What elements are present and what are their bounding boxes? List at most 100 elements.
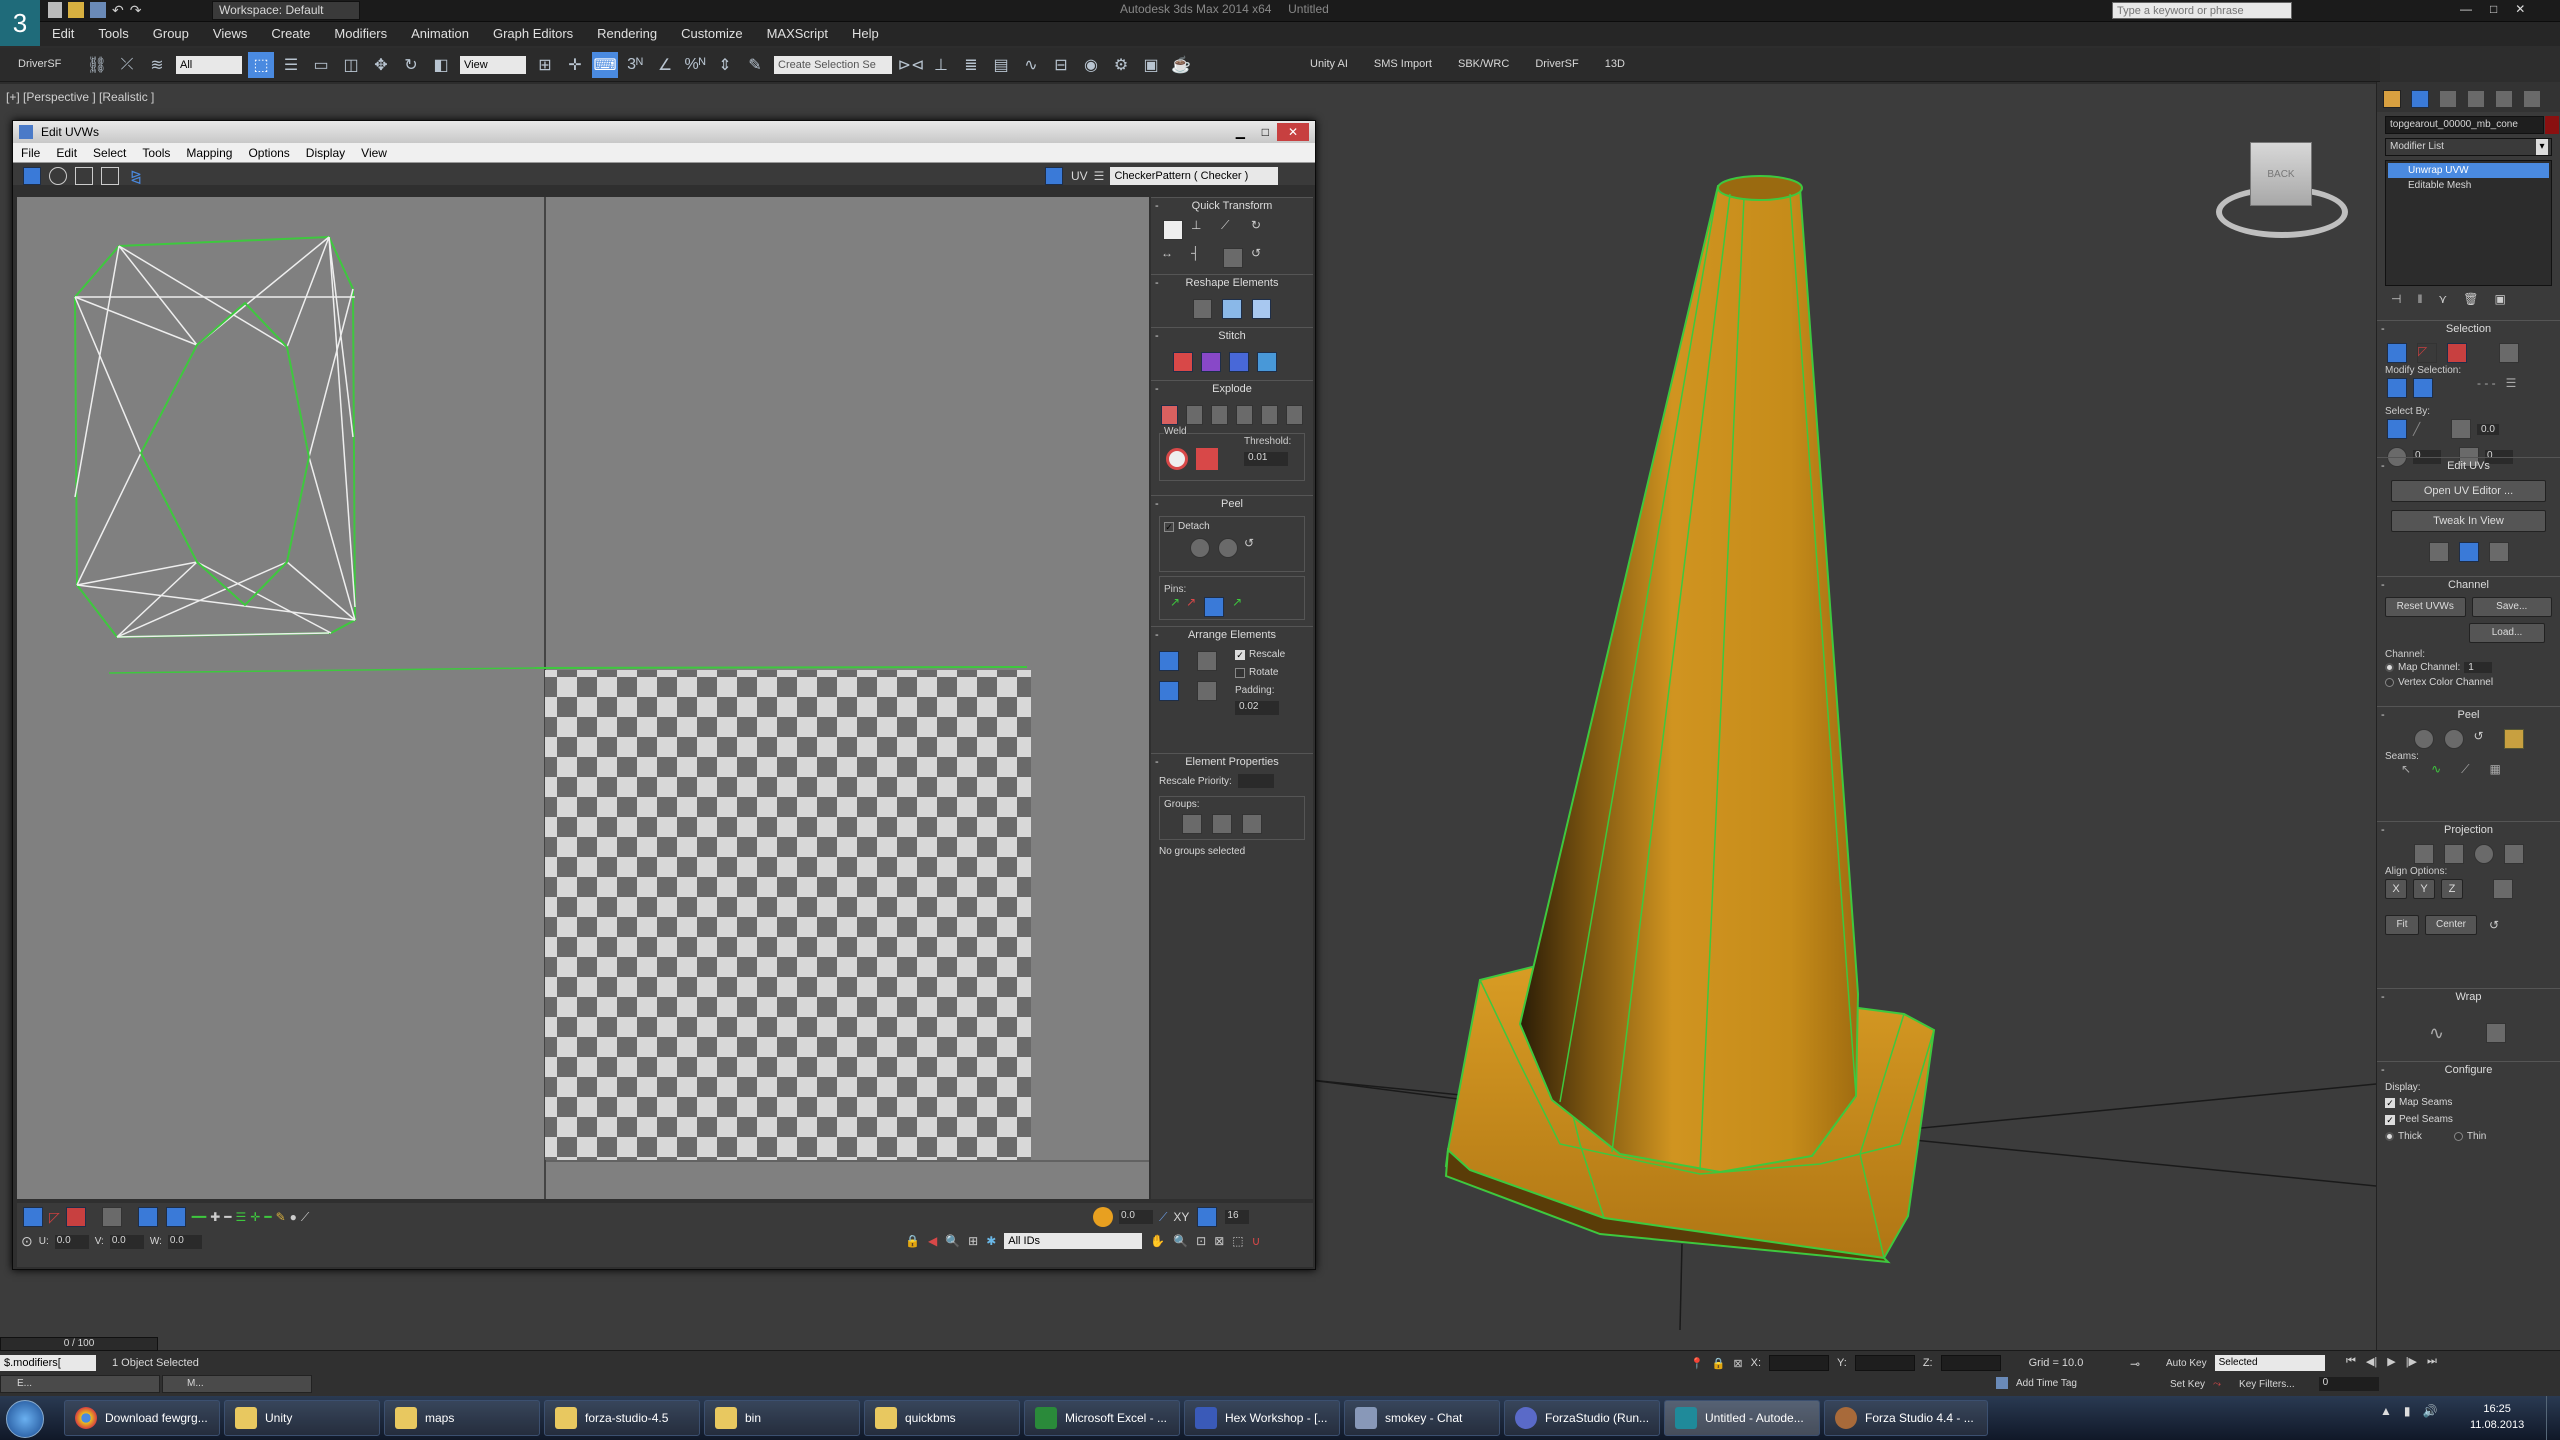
peel-seams-checkbox[interactable]: ✓: [2385, 1114, 2395, 1125]
rotate-90-icon[interactable]: ↻: [1251, 218, 1277, 242]
auto-pin-icon[interactable]: [1204, 597, 1225, 617]
uv-shrink-icon[interactable]: [165, 1207, 186, 1227]
goto-start-icon[interactable]: ⏮: [2346, 1355, 2356, 1368]
pack-settings-icon[interactable]: [1197, 681, 1217, 701]
stitch-source-icon[interactable]: [1257, 352, 1277, 372]
zoom-selected-icon[interactable]: ⬚: [1232, 1234, 1243, 1248]
bind-space-warp-icon[interactable]: ≋: [144, 52, 170, 78]
uv-shrink-edge-icon[interactable]: ━: [224, 1210, 231, 1224]
configure-rollout-header[interactable]: Configure: [2377, 1061, 2560, 1078]
select-pins-icon[interactable]: ↗: [1232, 595, 1242, 619]
relax-settings-icon[interactable]: [1251, 299, 1271, 319]
search-input[interactable]: [2112, 2, 2292, 19]
next-frame-icon[interactable]: |▶: [2406, 1355, 2417, 1368]
filter-snow-icon[interactable]: ✱: [986, 1234, 996, 1248]
unlink-icon[interactable]: ⤫: [114, 52, 140, 78]
arrange-elements-header[interactable]: Arrange Elements: [1151, 626, 1313, 643]
volume-icon[interactable]: 🔊: [2423, 1404, 2438, 1418]
weld-selected-icon[interactable]: [1196, 448, 1218, 470]
shrink-selection-icon[interactable]: [2413, 378, 2433, 398]
clock[interactable]: 16:25 11.08.2013: [2470, 1401, 2524, 1433]
align-y-button[interactable]: Y: [2413, 879, 2435, 899]
z-coord-field[interactable]: [1940, 1355, 2001, 1371]
taskbar-item-chrome[interactable]: Download fewgrg...: [64, 1400, 220, 1436]
uv-element-mode-icon[interactable]: [101, 1207, 122, 1227]
prev-frame-icon[interactable]: ◀|: [2366, 1355, 2377, 1368]
hierarchy-tab-icon[interactable]: [2439, 90, 2457, 108]
save-button[interactable]: Save...: [2471, 597, 2552, 617]
zoom-extents-icon[interactable]: ⊠: [1214, 1234, 1224, 1248]
add-time-tag-text[interactable]: Add Time Tag: [2016, 1378, 2077, 1389]
straighten-icon[interactable]: [1223, 248, 1243, 268]
reset-uvws-button[interactable]: Reset UVWs: [2385, 597, 2466, 617]
reference-coordinate-dropdown[interactable]: View: [460, 56, 526, 74]
rotate-minus-90-icon[interactable]: ↺: [1251, 246, 1277, 270]
make-unique-icon[interactable]: ⋎: [2438, 292, 2447, 306]
group-remove-icon[interactable]: [1242, 814, 1262, 834]
uv-loop-icon[interactable]: ☰: [236, 1210, 247, 1224]
quick-align-icon[interactable]: [2458, 542, 2479, 562]
set-key-icon[interactable]: ⤳: [2213, 1379, 2221, 1390]
uv-close-icon[interactable]: ✕: [1277, 123, 1309, 141]
uv-vertex-mode-icon[interactable]: [23, 1207, 43, 1227]
key-set-dropdown[interactable]: Selected: [2214, 1355, 2325, 1371]
viewcube-box[interactable]: BACK: [2250, 142, 2312, 206]
viewport-label[interactable]: [+] [Perspective ] [Realistic ]: [6, 90, 154, 104]
ring-loop-icon[interactable]: - - -: [2477, 376, 2496, 400]
play-icon[interactable]: ▶: [2387, 1355, 2395, 1368]
uv-rotate-icon[interactable]: [49, 167, 67, 185]
zoom-icon[interactable]: 🔍: [1173, 1234, 1188, 1248]
pack-normalize-icon[interactable]: [1197, 651, 1217, 671]
snap-magnet-icon[interactable]: ∪: [1252, 1234, 1261, 1248]
explode-angle-icon[interactable]: [1236, 405, 1253, 425]
menu-tools[interactable]: Tools: [86, 22, 140, 46]
script-listener[interactable]: $.modifiers[: [0, 1355, 96, 1371]
u-field[interactable]: 0.0: [54, 1234, 89, 1249]
fit-button[interactable]: Fit: [2385, 915, 2419, 935]
uv-paint-grow-icon[interactable]: ●: [290, 1210, 297, 1224]
freeze-icon[interactable]: 🔍: [945, 1234, 960, 1248]
sbk-wrc-button[interactable]: SBK/WRC: [1458, 58, 1509, 70]
uv-loop-grow-icon[interactable]: ✛: [250, 1210, 260, 1224]
render-setup-icon[interactable]: ⚙: [1108, 52, 1134, 78]
show-end-result-icon[interactable]: ‖: [2417, 292, 2422, 306]
element-properties-header[interactable]: Element Properties: [1151, 753, 1313, 770]
planar-angle-icon[interactable]: [2451, 419, 2471, 439]
w-field[interactable]: 0.0: [167, 1234, 202, 1249]
set-key-button[interactable]: Set Key: [2170, 1379, 2205, 1390]
taskbar-item-maps[interactable]: maps: [384, 1400, 540, 1436]
cylindrical-map-icon[interactable]: [2443, 844, 2464, 864]
uv-menu-display[interactable]: Display: [298, 143, 353, 163]
quick-map-gizmo-icon[interactable]: [2488, 542, 2509, 562]
edit-named-selection-icon[interactable]: ✎: [742, 52, 768, 78]
absolute-offset-icon[interactable]: ⊙: [21, 1233, 33, 1250]
space-horizontal-icon[interactable]: ↔: [1161, 246, 1187, 270]
taskbar-item-unity[interactable]: Unity: [224, 1400, 380, 1436]
uv-grow-edge-icon[interactable]: ✚: [210, 1210, 220, 1224]
uv-polygon-mode-icon[interactable]: [65, 1207, 86, 1227]
stitch-header[interactable]: Stitch: [1151, 327, 1313, 344]
modifier-list-dropdown[interactable]: Modifier List ▾: [2385, 138, 2552, 156]
goto-end-icon[interactable]: ⏭: [2427, 1355, 2437, 1368]
isolate-icon[interactable]: 📍: [1690, 1357, 1704, 1370]
redo-icon[interactable]: ↷: [130, 2, 142, 20]
x-coord-field[interactable]: [1769, 1355, 1830, 1371]
uv-minimize-icon[interactable]: ▁: [1236, 121, 1245, 143]
taskbar-item-forza-studio[interactable]: forza-studio-4.5: [544, 1400, 700, 1436]
menu-group[interactable]: Group: [141, 22, 201, 46]
align-z-button[interactable]: Z: [2441, 879, 2463, 899]
thin-radio[interactable]: [2453, 1132, 2463, 1141]
motion-tab-icon[interactable]: [2467, 90, 2485, 108]
taskbar-item-hex-workshop[interactable]: Hex Workshop - [...: [1184, 1400, 1340, 1436]
filter-selected-icon[interactable]: ⊞: [968, 1234, 978, 1248]
uv-grow-icon[interactable]: [137, 1207, 158, 1227]
straighten-selection-icon[interactable]: [1193, 299, 1213, 319]
window-crossing-icon[interactable]: ◫: [338, 52, 364, 78]
planar-angle-field[interactable]: 0.0: [2477, 423, 2499, 435]
soft-selection-icon[interactable]: [1093, 1207, 1113, 1227]
vertex-mode-icon[interactable]: [2387, 343, 2407, 363]
material-ids-dropdown[interactable]: All IDs: [1004, 1233, 1143, 1249]
move-icon[interactable]: ✥: [368, 52, 394, 78]
convert-edges-icon[interactable]: [2503, 729, 2524, 749]
v-field[interactable]: 0.0: [109, 1234, 144, 1249]
